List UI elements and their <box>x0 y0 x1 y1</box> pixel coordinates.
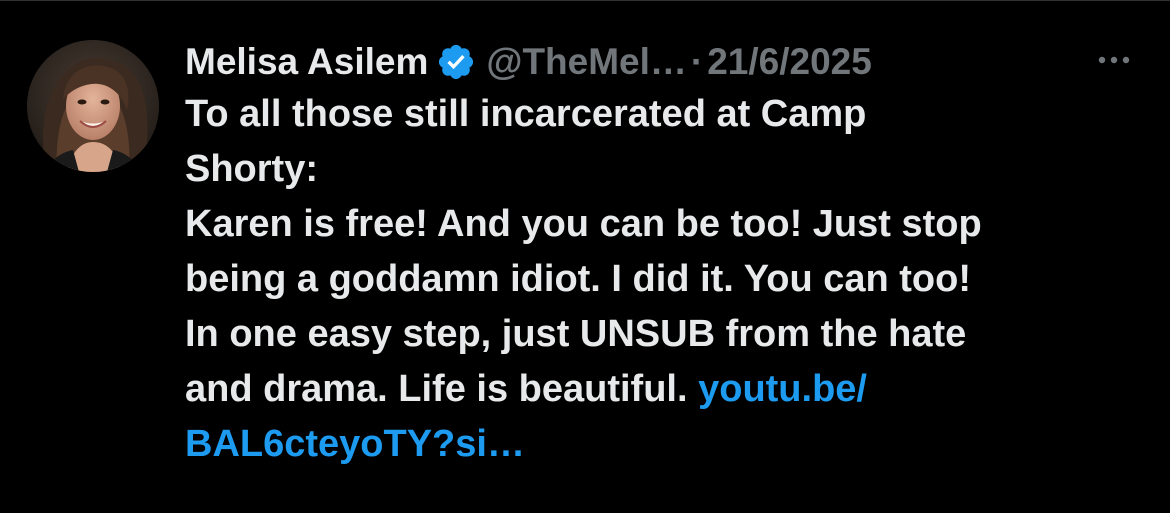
tweet-text-line-with-link: and drama. Life is beautiful. youtu.be/ <box>185 362 1125 417</box>
tweet-text-line: In one easy step, just UNSUB from the ha… <box>185 313 967 355</box>
more-horizontal-icon[interactable] <box>1097 50 1131 70</box>
tweet-text-segment: and drama. Life is beautiful. <box>185 368 699 410</box>
tweet-link[interactable]: youtu.be/ <box>698 368 867 410</box>
tweet-text-line: Shorty: <box>185 148 318 190</box>
tweet-text-line-link: BAL6cteyoTY?si… <box>185 417 1125 472</box>
tweet[interactable]: Melisa Asilem @TheMel… · 21/6/2025 To al… <box>0 0 1170 513</box>
separator-dot: · <box>690 41 704 82</box>
verified-badge-icon <box>436 42 476 82</box>
tweet-link-continued[interactable]: BAL6cteyoTY?si… <box>185 423 525 465</box>
avatar[interactable] <box>27 40 159 172</box>
tweet-text: To all those still incarcerated at Camp … <box>185 87 1125 472</box>
tweet-text-line: being a goddamn idiot. I did it. You can… <box>185 258 971 300</box>
tweet-text-line: Karen is free! And you can be too! Just … <box>185 203 982 245</box>
author-handle[interactable]: @TheMel… <box>486 41 687 83</box>
tweet-header: Melisa Asilem @TheMel… · 21/6/2025 <box>185 34 1125 90</box>
tweet-text-line: To all those still incarcerated at Camp <box>185 93 867 135</box>
display-name[interactable]: Melisa Asilem <box>185 41 428 83</box>
tweet-date[interactable]: 21/6/2025 <box>707 41 872 83</box>
tweet-content: Melisa Asilem @TheMel… · 21/6/2025 To al… <box>185 34 1125 472</box>
